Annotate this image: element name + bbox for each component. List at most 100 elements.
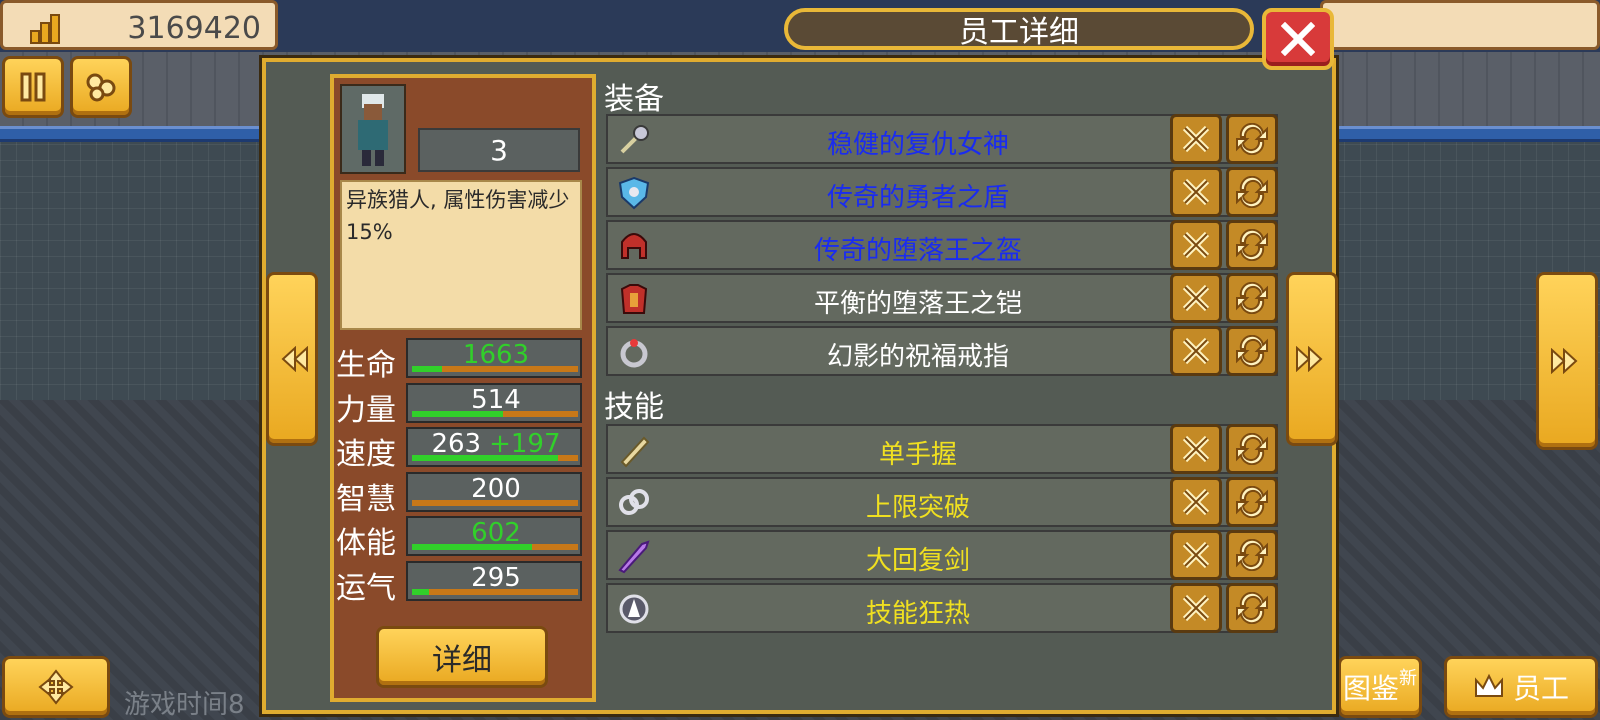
mace-icon bbox=[616, 122, 652, 158]
employee-description: 异族猎人, 属性伤害减少15% bbox=[340, 180, 582, 330]
remove-icon bbox=[1182, 231, 1210, 259]
swap-icon bbox=[1236, 176, 1268, 208]
stat-progress-track bbox=[412, 589, 578, 595]
stat-label: 体能 bbox=[336, 526, 396, 561]
swap-icon bbox=[1236, 335, 1268, 367]
swap-equipment-button[interactable] bbox=[1226, 220, 1278, 270]
staff-label: 员工 bbox=[1512, 672, 1569, 705]
detail-label: 详细 bbox=[432, 643, 492, 678]
swap-icon bbox=[1236, 592, 1268, 624]
remove-equipment-button[interactable] bbox=[1170, 326, 1222, 376]
stat-progress-fill bbox=[412, 411, 503, 417]
swap-icon bbox=[1236, 486, 1268, 518]
staff-button[interactable]: 员工 bbox=[1444, 656, 1598, 718]
map-nav-button[interactable] bbox=[2, 656, 110, 718]
stat-progress-track bbox=[412, 500, 578, 506]
panel-title: 员工详细 bbox=[784, 8, 1254, 50]
stat-label: 运气 bbox=[336, 571, 396, 606]
hunter-portrait-icon bbox=[358, 94, 388, 166]
remove-skill-button[interactable] bbox=[1170, 477, 1222, 527]
prev-employee-button[interactable] bbox=[266, 272, 318, 446]
stat-bar: 514 bbox=[406, 383, 582, 423]
armor-icon bbox=[616, 281, 652, 317]
chain-icon bbox=[616, 485, 652, 521]
stat-progress-fill bbox=[412, 589, 429, 595]
stat-progress-track bbox=[412, 411, 578, 417]
remove-icon bbox=[1182, 337, 1210, 365]
remove-icon bbox=[1182, 125, 1210, 153]
swap-skill-button[interactable] bbox=[1226, 424, 1278, 474]
swap-icon bbox=[1236, 282, 1268, 314]
swap-icon bbox=[1236, 539, 1268, 571]
hand-icon bbox=[616, 432, 652, 468]
swap-skill-button[interactable] bbox=[1226, 530, 1278, 580]
top-right-banner bbox=[1320, 0, 1600, 50]
remove-icon bbox=[1182, 435, 1210, 463]
stat-label: 力量 bbox=[336, 393, 396, 428]
equipment-name: 稳健的复仇女神 bbox=[826, 130, 1009, 160]
skill-name: 技能狂热 bbox=[865, 599, 970, 629]
swap-equipment-button[interactable] bbox=[1226, 114, 1278, 164]
money-value: 3169420 bbox=[127, 11, 261, 46]
double-right-icon bbox=[1551, 348, 1578, 374]
swap-equipment-button[interactable] bbox=[1226, 273, 1278, 323]
ring-icon bbox=[616, 334, 652, 370]
next-employee-button[interactable] bbox=[1286, 272, 1338, 446]
close-button[interactable] bbox=[1262, 8, 1334, 70]
pause-button[interactable] bbox=[2, 56, 64, 118]
stat-label: 智慧 bbox=[336, 482, 396, 517]
stat-bar: 295 bbox=[406, 561, 582, 601]
swap-equipment-button[interactable] bbox=[1226, 167, 1278, 217]
equipment-name: 幻影的祝福戒指 bbox=[826, 342, 1009, 372]
gems-icon bbox=[86, 73, 116, 102]
remove-icon bbox=[1182, 488, 1210, 516]
building-icon bbox=[30, 14, 60, 44]
stat-progress-track bbox=[412, 366, 578, 372]
skill-name: 上限突破 bbox=[865, 493, 970, 523]
skills-title: 技能 bbox=[604, 390, 664, 425]
remove-icon bbox=[1182, 178, 1210, 206]
stat-bar: 200 bbox=[406, 472, 582, 512]
stat-progress-fill bbox=[412, 366, 442, 372]
remove-icon bbox=[1182, 594, 1210, 622]
close-icon bbox=[1281, 22, 1315, 56]
remove-equipment-button[interactable] bbox=[1170, 114, 1222, 164]
remove-icon bbox=[1182, 284, 1210, 312]
remove-equipment-button[interactable] bbox=[1170, 167, 1222, 217]
equipment-title: 装备 bbox=[604, 82, 664, 117]
book-button[interactable]: 图鉴 新 bbox=[1338, 656, 1422, 718]
money-display: 3169420 bbox=[0, 0, 278, 50]
remove-equipment-button[interactable] bbox=[1170, 273, 1222, 323]
swap-icon bbox=[1236, 123, 1268, 155]
swap-icon bbox=[1236, 229, 1268, 261]
equipment-name: 传奇的堕落王之盔 bbox=[813, 236, 1022, 266]
next-page-outer-button[interactable] bbox=[1536, 272, 1598, 450]
pause-icon bbox=[20, 72, 46, 102]
swap-icon bbox=[1236, 433, 1268, 465]
employee-level: 3 bbox=[418, 128, 580, 172]
stat-bar: 602 bbox=[406, 516, 582, 556]
gems-button[interactable] bbox=[70, 56, 132, 118]
new-badge: 新 bbox=[1399, 668, 1417, 689]
stat-bar: 1663 bbox=[406, 338, 582, 378]
equipment-name: 平衡的堕落王之铠 bbox=[813, 289, 1022, 319]
book-label: 图鉴 bbox=[1342, 672, 1399, 705]
sword-icon bbox=[616, 538, 652, 574]
dpad-icon bbox=[38, 669, 74, 705]
stat-label: 速度 bbox=[336, 437, 396, 472]
skill-name: 单手握 bbox=[878, 440, 957, 470]
orb-icon bbox=[616, 591, 652, 627]
remove-skill-button[interactable] bbox=[1170, 530, 1222, 580]
remove-skill-button[interactable] bbox=[1170, 583, 1222, 633]
double-right-icon bbox=[1296, 346, 1323, 372]
stat-progress-track bbox=[412, 455, 578, 461]
stat-progress-fill bbox=[412, 544, 532, 550]
remove-equipment-button[interactable] bbox=[1170, 220, 1222, 270]
swap-skill-button[interactable] bbox=[1226, 477, 1278, 527]
detail-button[interactable]: 详细 bbox=[376, 626, 548, 688]
swap-equipment-button[interactable] bbox=[1226, 326, 1278, 376]
remove-skill-button[interactable] bbox=[1170, 424, 1222, 474]
stat-label: 生命 bbox=[336, 348, 396, 383]
stat-progress-track bbox=[412, 544, 578, 550]
swap-skill-button[interactable] bbox=[1226, 583, 1278, 633]
